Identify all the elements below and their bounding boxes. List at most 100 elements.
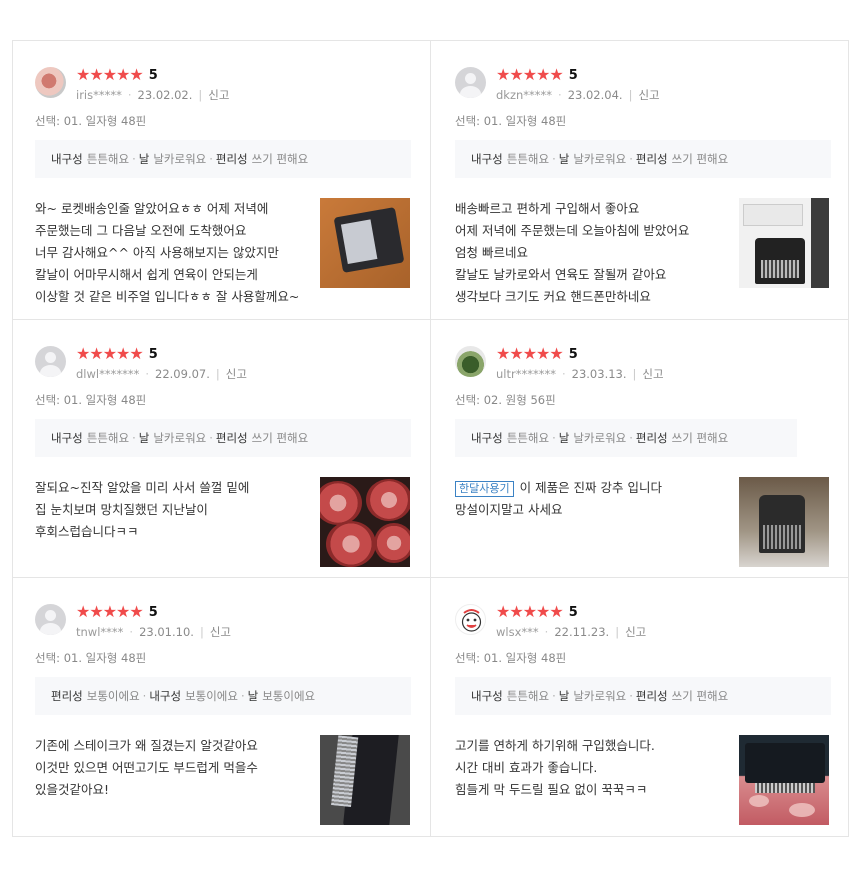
review-card: ★ ★ ★ ★ ★ 5 dkzn***** · 23.02.04. | 신고 선택: 01. 일… (431, 41, 849, 320)
star-icon: ★ (129, 602, 144, 621)
option-text: 선택: 01. 일자형 48핀 (35, 114, 147, 128)
star-icon: ★ (522, 344, 538, 363)
option-text: 선택: 02. 원형 56핀 (455, 393, 556, 407)
default-avatar-icon (455, 67, 486, 98)
tag-value: 날카로워요 (573, 431, 627, 445)
tag-value: 튼튼해요 (506, 431, 550, 445)
review-line: 생각보다 크기도 커요 핸드폰만하네요 (455, 289, 651, 304)
tag-value: 쓰기 편해요 (671, 152, 729, 166)
tag-value: 쓰기 편해요 (671, 689, 729, 703)
review-date: 22.09.07. (155, 367, 210, 381)
tag-label: 내구성 (471, 689, 503, 703)
tag-value: 보통이에요 (262, 689, 316, 703)
star-rating: ★ ★ ★ ★ ★ 5 (76, 604, 231, 620)
star-icon: ★ (102, 65, 118, 84)
tag-value: 날카로워요 (573, 689, 627, 703)
default-avatar-icon (35, 346, 66, 377)
tag-label: 편리성 (215, 431, 248, 445)
evaluation-tags: 내구성 튼튼해요 · 날 날카로워요 · 편리성 쓰기 편해요 (455, 677, 831, 715)
review-line: 시간 대비 효과가 좋습니다. (455, 760, 598, 775)
review-line: 이것만 있으면 어떤고기도 부드럽게 먹을수 (35, 760, 258, 775)
review-photo-thumbnail[interactable] (320, 477, 410, 567)
review-date: 23.01.10. (139, 625, 194, 639)
review-line: 너무 감사해요^^ 아직 사용해보지는 않았지만 (35, 245, 279, 260)
review-line: 고기를 연하게 하기위해 구입했습니다. (455, 738, 655, 753)
star-icon: ★ (509, 344, 524, 363)
star-icon: ★ (89, 65, 104, 84)
review-line: 잘되요~진작 알았을 미리 사서 쓸껄 밑에 (35, 480, 250, 495)
tag-value: 튼튼해요 (86, 152, 130, 166)
star-icon: ★ (102, 602, 118, 621)
star-icon: ★ (129, 65, 144, 84)
reviewer-id: ultr******* (496, 367, 556, 381)
review-photo-thumbnail[interactable] (320, 735, 410, 825)
tag-label: 날 (558, 689, 570, 703)
tag-value: 쓰기 편해요 (671, 431, 729, 445)
review-photo-thumbnail[interactable] (739, 477, 829, 567)
rating-score: 5 (148, 346, 158, 362)
option-text: 선택: 01. 일자형 48핀 (455, 651, 567, 665)
tag-value: 날카로워요 (153, 431, 207, 445)
review-date: 23.02.04. (567, 88, 623, 102)
rating-score: 5 (568, 346, 578, 362)
report-link[interactable]: 신고 (226, 367, 247, 381)
review-line: 배송빠르고 편하게 구입해서 좋아요 (455, 201, 640, 216)
star-icon: ★ (522, 65, 538, 84)
evaluation-tags: 편리성 보통이에요 · 내구성 보통이에요 · 날 보통이에요 (35, 677, 411, 715)
review-text: 배송빠르고 편하게 구입해서 좋아요 어제 저녁에 주문했는데 오늘아침에 받았… (455, 198, 735, 308)
rating-score: 5 (568, 604, 578, 620)
default-avatar-icon (35, 604, 66, 635)
tag-label: 편리성 (635, 152, 668, 166)
star-icon: ★ (116, 65, 131, 84)
star-icon: ★ (549, 65, 564, 84)
star-rating: ★ ★ ★ ★ ★ 5 (76, 67, 229, 83)
evaluation-tags: 내구성 튼튼해요 · 날 날카로워요 · 편리성 쓰기 편해요 (455, 140, 831, 178)
tag-label: 편리성 (215, 152, 248, 166)
report-link[interactable]: 신고 (208, 88, 229, 102)
star-icon: ★ (89, 602, 104, 621)
review-line: 한달사용기 이 제품은 진짜 강추 입니다 (455, 477, 735, 499)
tag-value: 쓰기 편해요 (251, 152, 309, 166)
report-link[interactable]: 신고 (638, 88, 659, 102)
star-rating: ★ ★ ★ ★ ★ 5 (496, 67, 660, 83)
tag-label: 날 (247, 689, 259, 703)
tag-value: 날카로워요 (153, 152, 207, 166)
report-link[interactable]: 신고 (642, 367, 663, 381)
report-link[interactable]: 신고 (210, 625, 231, 639)
tag-value: 튼튼해요 (506, 152, 550, 166)
review-card: ★ ★ ★ ★ ★ 5 dlwl******* · 22.09.07. | 신고 선택: 01.… (13, 320, 431, 578)
star-icon: ★ (129, 344, 144, 363)
star-icon: ★ (522, 602, 538, 621)
tag-label: 편리성 (635, 431, 668, 445)
star-icon: ★ (116, 602, 131, 621)
evaluation-tags: 내구성 튼튼해요 · 날 날카로워요 · 편리성 쓰기 편해요 (35, 140, 411, 178)
report-link[interactable]: 신고 (625, 625, 646, 639)
tag-label: 날 (558, 431, 570, 445)
star-icon: ★ (496, 602, 511, 621)
tag-value: 보통이에요 (185, 689, 238, 703)
star-rating: ★ ★ ★ ★ ★ 5 (76, 346, 247, 362)
star-icon: ★ (536, 65, 551, 84)
star-icon: ★ (496, 65, 511, 84)
option-text: 선택: 01. 일자형 48핀 (455, 114, 567, 128)
tag-label: 내구성 (51, 152, 83, 166)
tag-label: 편리성 (51, 689, 83, 703)
user-avatar (455, 346, 486, 377)
tag-label: 내구성 (471, 431, 503, 445)
star-icon: ★ (89, 344, 104, 363)
tag-label: 날 (138, 431, 150, 445)
review-photo-thumbnail[interactable] (739, 198, 829, 288)
star-icon: ★ (509, 602, 524, 621)
review-line: 망설이지말고 사세요 (455, 502, 563, 517)
tag-label: 내구성 (149, 689, 182, 703)
tag-label: 편리성 (635, 689, 668, 703)
review-photo-thumbnail[interactable] (320, 198, 410, 288)
review-line: 힘들게 막 두드릴 필요 없이 꾹꾹ㅋㅋ (455, 782, 648, 797)
review-line: 칼날이 어마무시해서 쉽게 연육이 안되는게 (35, 267, 258, 282)
tag-value: 튼튼해요 (86, 431, 130, 445)
review-text: 한달사용기 이 제품은 진짜 강추 입니다 망설이지말고 사세요 (455, 477, 735, 567)
star-icon: ★ (549, 602, 564, 621)
reviewer-id: dkzn***** (496, 88, 553, 102)
review-photo-thumbnail[interactable] (739, 735, 829, 825)
star-icon: ★ (116, 344, 131, 363)
